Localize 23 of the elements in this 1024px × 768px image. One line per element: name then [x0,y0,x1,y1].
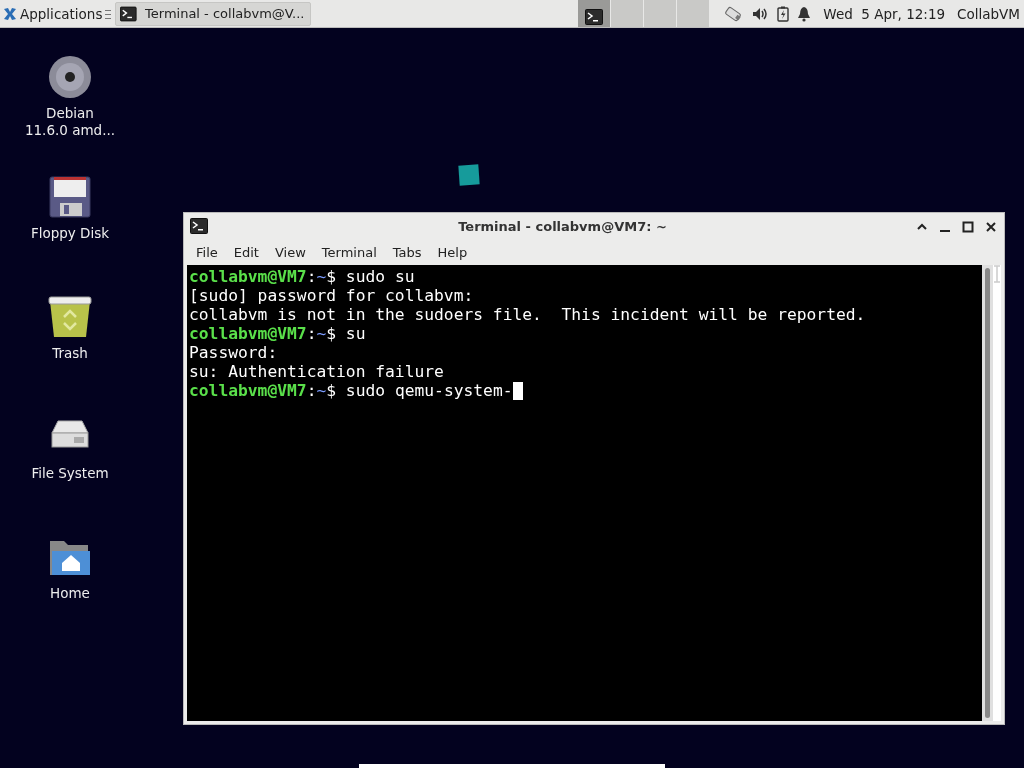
menu-item[interactable]: View [266,244,314,260]
terminal-line: collabvm@VM7:~$ sudo qemu-system- [189,381,523,400]
terminal-line: su: Authentication failure [189,362,444,381]
menu-item[interactable]: Terminal [313,244,385,260]
icon-label[interactable]: Floppy Disk [30,225,110,242]
menu-item[interactable]: Tabs [384,244,430,260]
terminal-line: collabvm@VM7:~$ su [189,324,366,343]
window-title: Terminal - collabvm@VM7: ~ [457,219,668,234]
icon-label[interactable]: Home [50,585,90,602]
menu-item[interactable]: File [188,244,226,260]
applications-menu[interactable]: Applications [0,0,106,27]
window-button[interactable]: Terminal - collabvm@V... [115,1,312,26]
terminal-line: collabvm is not in the sudoers file. This incident will be reported. [189,305,866,324]
icon-label[interactable]: File System [31,465,109,482]
icon-label[interactable]: Trash [52,345,88,362]
terminal-line: Password: [189,343,278,362]
icon-label[interactable]: Debian 11.6.0 amd... [24,105,116,139]
menu-item[interactable]: Edit [225,244,267,260]
user-name[interactable]: CollabVM [957,5,1020,22]
clock[interactable]: Wed 5 Apr, 12:19 [823,5,946,22]
terminal-line: collabvm@VM7:~$ sudo su [189,267,415,286]
terminal-line: [sudo] password for collabvm: [189,286,474,305]
menu-item[interactable]: Help [429,244,476,260]
